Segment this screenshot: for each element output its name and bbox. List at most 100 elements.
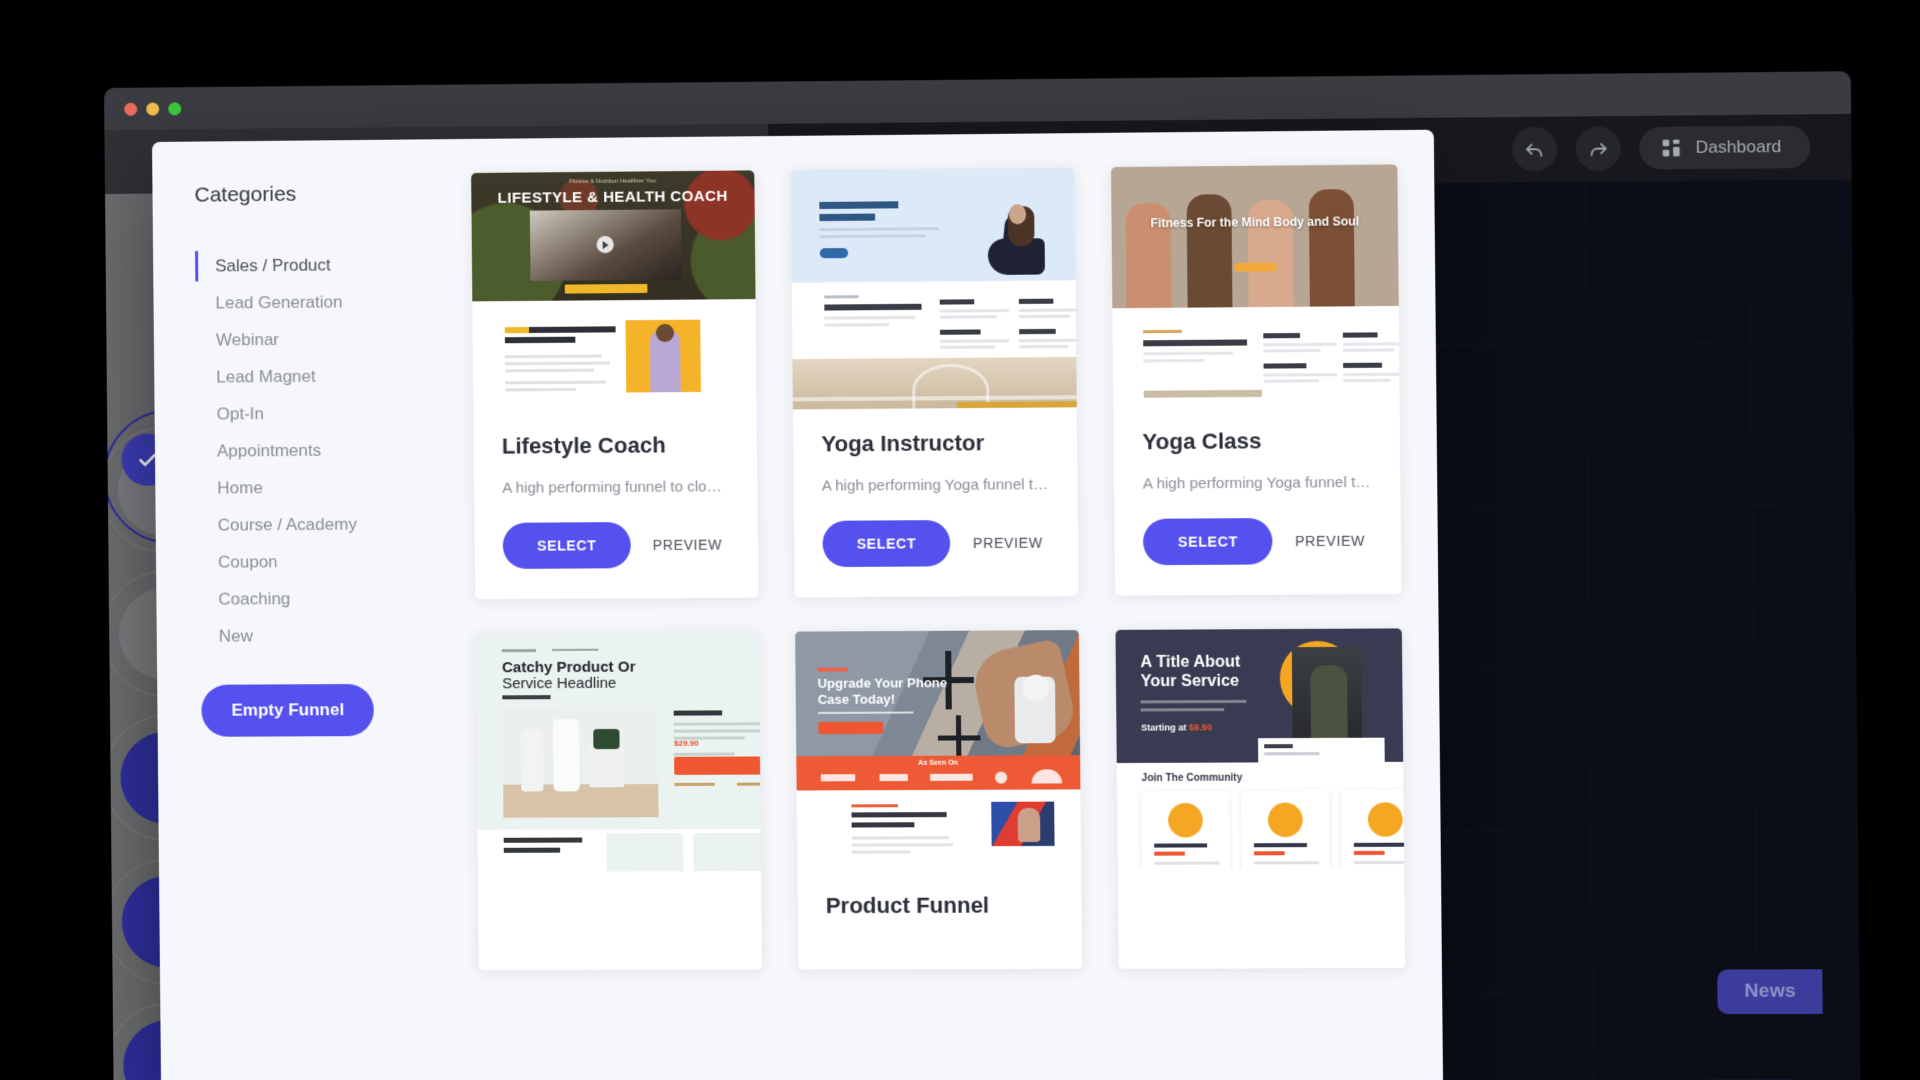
category-item-sales-product[interactable]: Sales / Product <box>195 245 454 284</box>
starting-price: $9.90 <box>1188 722 1213 733</box>
thumb-text-line <box>505 387 576 392</box>
thumb-as-seen-label: As Seen On <box>918 759 959 767</box>
thumb-text-line <box>1343 372 1400 376</box>
undo-button[interactable] <box>1511 126 1558 172</box>
category-item-course-academy[interactable]: Course / Academy <box>198 505 457 544</box>
category-item-webinar[interactable]: Webinar <box>196 320 455 359</box>
thumb-text-line <box>851 850 911 854</box>
template-title: Yoga Class <box>1142 428 1262 455</box>
thumb-section-headline-bar <box>823 303 922 311</box>
close-window-button[interactable] <box>124 102 138 116</box>
thumb-meta-line <box>674 782 715 786</box>
tier-name-bar <box>1154 843 1208 848</box>
template-card-body: Yoga Class A high performing Yoga funnel… <box>1114 405 1402 596</box>
thumb-text-line <box>1343 342 1400 346</box>
template-card[interactable]: A Title About Your Service Starting at $… <box>1115 628 1406 969</box>
product-bottle-1 <box>520 729 544 792</box>
thumb-person-head <box>655 323 675 343</box>
thumb-text-line <box>1140 699 1247 704</box>
template-title: Product Funnel <box>825 892 990 919</box>
template-title: Yoga Instructor <box>821 430 985 457</box>
feature-title-bar <box>1343 362 1383 369</box>
template-card-actions: SELECT PREVIEW <box>822 519 1050 568</box>
thumb-headline-2: Your Service <box>1140 672 1240 691</box>
template-card-body: Product Funnel <box>797 870 1082 969</box>
thumb-text-line <box>939 315 997 319</box>
thumb-text-line <box>939 309 1009 313</box>
thumb-headline-bar <box>818 201 898 210</box>
template-title <box>506 893 732 894</box>
thumb-hero: Fitness & Nutrition Healthier You LIFEST… <box>471 170 756 302</box>
feature-title-bar <box>1263 363 1307 369</box>
thumb-kicker-bar <box>1143 329 1183 334</box>
preview-button[interactable]: PREVIEW <box>973 535 1043 552</box>
thumb-starting-at: Starting at $9.90 <box>1141 722 1212 732</box>
dashboard-label: Dashboard <box>1695 136 1782 157</box>
category-item-home[interactable]: Home <box>197 468 456 507</box>
template-card[interactable]: Yoga Instructor A high performing Yoga f… <box>790 167 1079 598</box>
category-list: Sales / Product Lead Generation Webinar … <box>195 245 458 654</box>
template-card[interactable]: Fitness & Nutrition Healthier You LIFEST… <box>471 170 759 600</box>
thumb-side-person <box>1017 807 1041 843</box>
figure-4 <box>1309 189 1356 307</box>
preview-button[interactable]: PREVIEW <box>653 537 723 553</box>
template-card[interactable]: Upgrade Your Phone Case Today! As Seen O… <box>794 630 1083 970</box>
category-item-coupon[interactable]: Coupon <box>198 542 457 581</box>
template-card[interactable]: Catchy Product Or Service Headline $29.9… <box>475 631 762 971</box>
thumb-text-line <box>1264 379 1320 383</box>
thumb-kicker-bar <box>851 804 898 808</box>
select-button[interactable]: SELECT <box>1143 518 1273 566</box>
template-card-actions: SELECT PREVIEW <box>1143 517 1372 566</box>
thumb-divider <box>674 752 735 756</box>
thumb-accent-bar <box>957 401 1078 409</box>
thumb-hero: Catchy Product Or Service Headline $29.9… <box>475 631 761 872</box>
select-button[interactable]: SELECT <box>502 522 631 569</box>
tier-name-bar <box>1254 843 1308 848</box>
select-button[interactable]: SELECT <box>822 520 951 568</box>
news-button[interactable]: News <box>1717 969 1823 1015</box>
template-card[interactable]: Fitness For the Mind Body and Soul Yoga … <box>1111 164 1402 596</box>
thumb-headline: Upgrade Your Phone <box>817 675 948 691</box>
dashboard-button[interactable]: Dashboard <box>1638 125 1811 170</box>
thumb-text-line <box>1263 373 1338 377</box>
category-item-lead-magnet[interactable]: Lead Magnet <box>196 357 455 396</box>
preview-button[interactable]: PREVIEW <box>1295 533 1365 550</box>
thumb-headline-2: Service Headline <box>502 674 617 693</box>
thumb-text-line <box>1343 348 1395 352</box>
thumb-subheading-bar <box>502 695 551 700</box>
tier-desc-bar <box>1354 860 1405 864</box>
maximize-window-button[interactable] <box>168 101 182 115</box>
feature-title-bar <box>939 329 981 335</box>
thumb-person-figure <box>984 204 1050 275</box>
category-item-new[interactable]: New <box>199 616 458 654</box>
feature-title-bar <box>939 299 974 305</box>
minimize-window-button[interactable] <box>146 101 160 116</box>
thumb-kicker-bar <box>501 649 537 653</box>
thumb-cta-block <box>564 283 648 294</box>
template-card-body <box>1118 869 1405 943</box>
category-item-opt-in[interactable]: Opt-In <box>196 394 455 433</box>
thumb-text-line <box>819 227 939 232</box>
thumb-text-line <box>824 315 916 320</box>
thumb-hero: Upgrade Your Phone Case Today! As Seen O… <box>794 630 1082 871</box>
thumb-benefits-headline-bar <box>503 847 561 853</box>
press-logo <box>929 773 973 781</box>
thumb-body <box>472 299 757 412</box>
thumb-text-line <box>1018 308 1078 312</box>
category-item-coaching[interactable]: Coaching <box>198 579 457 618</box>
catchy-product-thumb: Catchy Product Or Service Headline $29.9… <box>475 631 761 872</box>
thumb-heading-accent <box>504 327 529 334</box>
yoga-class-thumb: Fitness For the Mind Body and Soul <box>1111 164 1400 408</box>
category-item-appointments[interactable]: Appointments <box>197 431 456 470</box>
tier-desc-bar <box>1254 861 1320 864</box>
benefit-tile <box>693 832 761 872</box>
product-plant <box>593 728 620 750</box>
template-description: A high performing Yoga funnel to… <box>821 476 1050 495</box>
thumb-kicker-rule <box>552 648 599 651</box>
thumb-body <box>1112 305 1400 408</box>
benefit-tile <box>606 833 684 872</box>
category-item-lead-generation[interactable]: Lead Generation <box>195 282 454 321</box>
redo-button[interactable] <box>1575 126 1621 172</box>
thumb-text-line <box>505 368 594 373</box>
empty-funnel-button[interactable]: Empty Funnel <box>201 683 375 737</box>
